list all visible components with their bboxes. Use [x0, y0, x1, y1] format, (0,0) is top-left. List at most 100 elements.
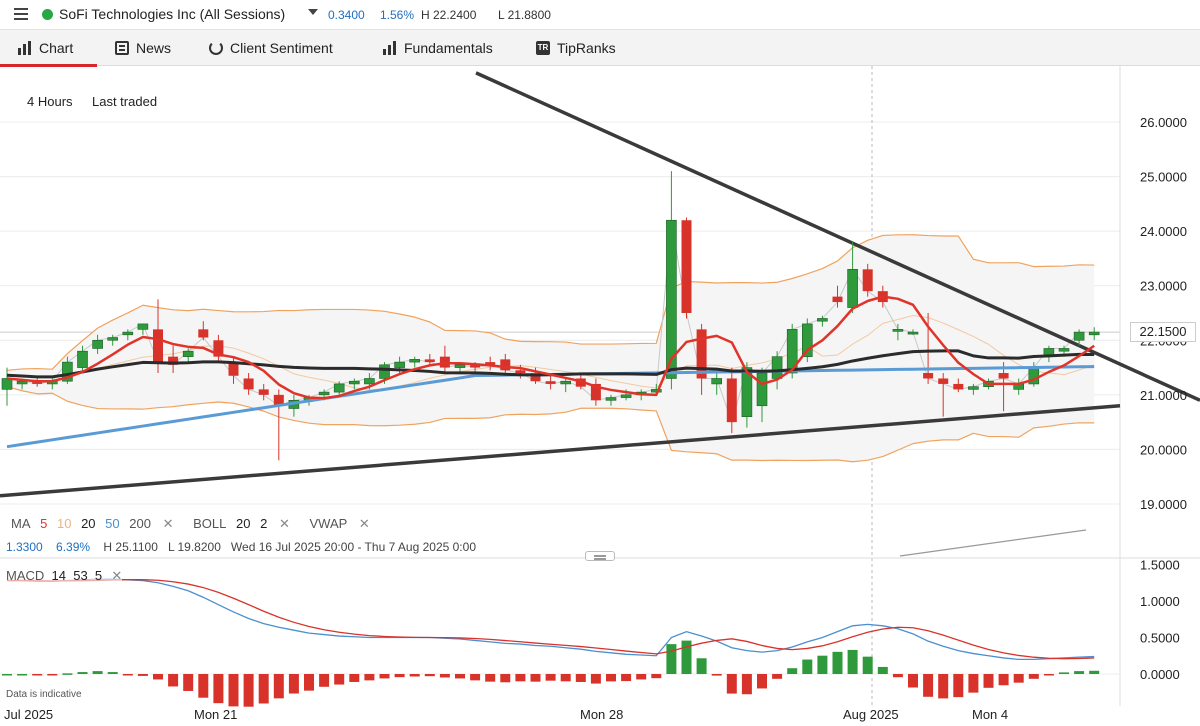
macd-histogram-bar — [288, 674, 299, 694]
time-label-mon28: Mon 28 — [580, 707, 624, 722]
macd-histogram-bar — [590, 674, 601, 684]
data-indicative-note: Data is indicative — [6, 689, 82, 700]
macd-histogram-bar — [515, 674, 526, 682]
tipranks-icon: TR — [536, 41, 550, 55]
vwap-label: VWAP — [309, 516, 348, 531]
macd-histogram-bar — [575, 674, 586, 682]
candle-body — [620, 394, 632, 398]
candle-body — [605, 397, 617, 401]
macd-histogram-bar — [92, 671, 103, 674]
close-macd-icon[interactable]: ✕ — [111, 568, 122, 583]
macd-histogram-bar — [273, 674, 284, 699]
macd-histogram-bar — [636, 674, 647, 680]
bollinger-band-fill — [7, 234, 1095, 462]
candle-body — [711, 378, 723, 385]
candle-body — [424, 359, 435, 363]
macd-histogram-bar — [741, 674, 752, 695]
candle-body — [137, 323, 149, 330]
macd-histogram-bar — [1028, 674, 1039, 679]
macd-histogram-bar — [47, 674, 58, 676]
chevron-down-icon[interactable] — [308, 9, 318, 15]
candle-body — [907, 331, 919, 335]
close-ma-icon[interactable]: ✕ — [163, 516, 174, 531]
price-change-pct: 1.56% — [380, 8, 415, 22]
tab-tipranks[interactable]: TR TipRanks — [536, 30, 616, 66]
pane-resize-handle[interactable] — [585, 551, 615, 561]
macd-histogram-bar — [228, 674, 239, 707]
macd-histogram-bar — [802, 659, 813, 674]
tab-bar: Chart News Client Sentiment Fundamentals… — [0, 30, 1200, 67]
range-change: 1.3300 — [6, 540, 43, 554]
close-boll-icon[interactable]: ✕ — [279, 516, 290, 531]
tab-news[interactable]: News — [115, 30, 171, 66]
candle-body — [107, 337, 118, 341]
candle-body — [1, 378, 13, 390]
macd-histogram-bar — [923, 674, 934, 697]
macd-signal[interactable]: 5 — [95, 568, 102, 583]
hamburger-menu-icon[interactable] — [14, 7, 28, 21]
price-axis-label: 24.0000 — [1140, 224, 1187, 239]
indicator-legend: MA 5 10 20 50 200 ✕ BOLL 20 2 ✕ VWAP ✕ — [11, 516, 376, 532]
macd-histogram-bar — [213, 674, 224, 704]
tab-chart[interactable]: Chart — [0, 30, 97, 67]
candle-body — [862, 269, 873, 292]
macd-histogram-bar — [560, 674, 571, 682]
price-chart[interactable]: 26.000025.000024.000023.000022.000021.00… — [0, 66, 1200, 726]
candle-body — [258, 389, 269, 395]
chart-bars-icon — [18, 41, 32, 55]
range-low: L 19.8200 — [167, 540, 221, 554]
boll-stddev[interactable]: 2 — [260, 516, 267, 531]
price-axis-label: 21.0000 — [1140, 388, 1187, 403]
macd-histogram-bar — [998, 674, 1009, 686]
candle-body — [1088, 331, 1100, 336]
macd-histogram-bar — [1074, 671, 1085, 674]
time-label-jul: Jul 2025 — [4, 707, 54, 722]
macd-slow[interactable]: 53 — [73, 568, 87, 583]
macd-histogram-bar — [319, 674, 330, 687]
ma-period-200[interactable]: 200 — [129, 516, 151, 531]
macd-histogram-bar — [17, 674, 28, 676]
instrument-name[interactable]: SoFi Technologies Inc (All Sessions) — [59, 6, 285, 22]
macd-axis-label: 1.0000 — [1140, 594, 1180, 609]
macd-histogram-bar — [862, 656, 873, 674]
tab-client-sentiment[interactable]: Client Sentiment — [209, 30, 333, 66]
candle-body — [92, 339, 103, 349]
candle-body — [726, 378, 737, 423]
candle-body — [938, 378, 949, 384]
macd-histogram-bar — [757, 674, 767, 689]
ma-period-10[interactable]: 10 — [57, 516, 71, 531]
candle-body — [756, 372, 768, 407]
macd-line — [7, 578, 1095, 661]
tab-label: TipRanks — [557, 40, 616, 56]
macd-histogram-bar — [424, 674, 435, 677]
tab-label: Fundamentals — [404, 40, 493, 56]
macd-histogram-bar — [334, 674, 345, 685]
ma-period-50[interactable]: 50 — [105, 516, 119, 531]
candle-body — [348, 380, 360, 385]
macd-histogram-bar — [545, 674, 556, 681]
macd-histogram-bar — [726, 674, 737, 694]
macd-histogram-bar — [153, 674, 163, 680]
tab-label: Chart — [39, 40, 74, 56]
macd-histogram-bar — [455, 674, 465, 679]
macd-histogram-bar — [364, 674, 375, 681]
tab-fundamentals[interactable]: Fundamentals — [383, 30, 493, 66]
macd-fast[interactable]: 14 — [52, 568, 66, 583]
sentiment-icon — [209, 41, 223, 55]
macd-histogram-bar — [711, 674, 722, 676]
time-label-mon4: Mon 4 — [972, 707, 1009, 722]
candle-body — [122, 331, 134, 336]
candle-body — [771, 356, 783, 379]
candle-body — [409, 359, 421, 363]
candle-body — [394, 361, 405, 368]
macd-axis-label: 0.5000 — [1140, 631, 1180, 646]
candle-body — [182, 350, 194, 357]
boll-label: BOLL — [193, 516, 227, 531]
ma-period-20[interactable]: 20 — [81, 516, 95, 531]
boll-period[interactable]: 20 — [236, 516, 250, 531]
candle-body — [454, 364, 466, 368]
ma-period-5[interactable]: 5 — [40, 516, 47, 531]
macd-axis-label: 0.0000 — [1140, 667, 1180, 682]
close-vwap-icon[interactable]: ✕ — [359, 516, 370, 531]
macd-histogram-bar — [1043, 674, 1054, 676]
